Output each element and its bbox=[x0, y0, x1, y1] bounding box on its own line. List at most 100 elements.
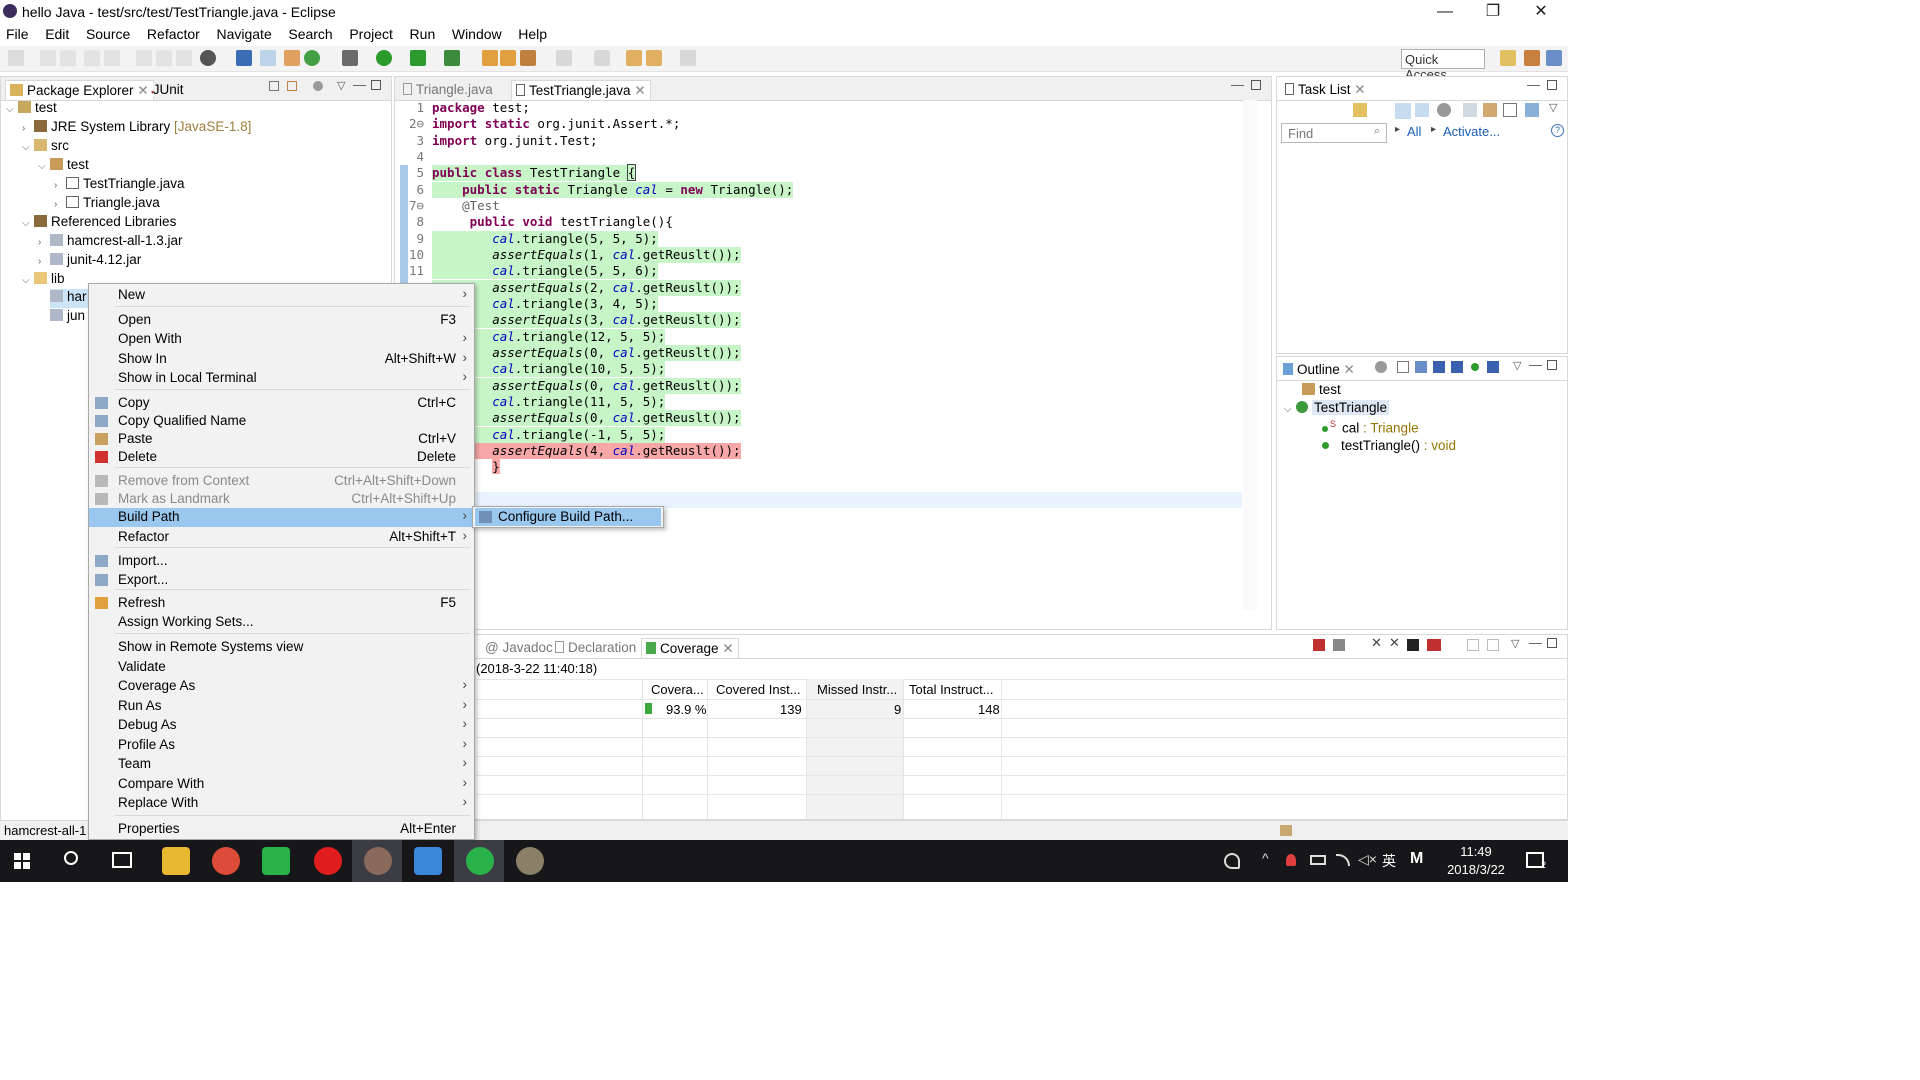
menu-item-debug-as[interactable]: Debug As › bbox=[89, 716, 474, 735]
all-link[interactable]: All bbox=[1407, 124, 1421, 139]
menu-project[interactable]: Project bbox=[349, 24, 393, 42]
chevron-down-icon[interactable]: ⌵ bbox=[38, 161, 50, 172]
relaunch-icon[interactable] bbox=[1313, 639, 1325, 651]
chevron-right-icon[interactable]: › bbox=[22, 123, 34, 134]
categorized-icon[interactable] bbox=[1395, 103, 1411, 119]
column-header[interactable]: Total Instruct... bbox=[909, 682, 994, 697]
tab-triangle-java[interactable]: Triangle.java bbox=[399, 80, 497, 100]
column-header[interactable]: Covera... bbox=[651, 682, 704, 697]
code-line[interactable]: @Test bbox=[432, 198, 500, 214]
volume-icon[interactable]: ◁× bbox=[1358, 851, 1377, 868]
collapse-all-icon[interactable] bbox=[269, 81, 279, 91]
menu-help[interactable]: Help bbox=[518, 24, 547, 42]
tree-project-test[interactable]: ⌵ test bbox=[6, 100, 57, 119]
toolbar-icon[interactable] bbox=[284, 50, 300, 66]
tree-hamcrest-jar[interactable]: › hamcrest-all-1.3.jar bbox=[38, 233, 183, 252]
windows-start-icon[interactable] bbox=[14, 853, 30, 869]
open-type-icon[interactable] bbox=[84, 50, 100, 66]
code-line[interactable]: public class TestTriangle { bbox=[432, 164, 637, 181]
menu-item-assign-working-sets[interactable]: Assign Working Sets... bbox=[89, 613, 474, 632]
tree-src[interactable]: ⌵ src bbox=[22, 138, 69, 157]
outline-item-method[interactable]: testTriangle() : void bbox=[1322, 438, 1456, 457]
menu-item-paste[interactable]: Paste Ctrl+V bbox=[89, 430, 474, 449]
focus-icon[interactable] bbox=[1483, 103, 1497, 117]
help-icon[interactable]: ? bbox=[1551, 124, 1564, 137]
maximize-view-icon[interactable] bbox=[1251, 80, 1261, 90]
tab-junit[interactable]: JuJUnit bbox=[147, 80, 188, 100]
code-line[interactable]: assertEquals(2, cal.getReuslt()); bbox=[432, 280, 741, 296]
menu-window[interactable]: Window bbox=[452, 24, 502, 42]
chevron-down-icon[interactable]: ⌵ bbox=[22, 218, 34, 229]
menu-item-remove-from-context[interactable]: Remove from Context Ctrl+Alt+Shift+Down bbox=[89, 472, 474, 491]
tab-task-list[interactable]: Task List ✕ bbox=[1281, 80, 1370, 100]
menu-item-refresh[interactable]: Refresh F5 bbox=[89, 594, 474, 613]
toolbar-icon[interactable] bbox=[156, 50, 172, 66]
battery-icon[interactable] bbox=[1310, 855, 1326, 865]
media-player-icon[interactable] bbox=[262, 847, 290, 875]
toolbar-icon[interactable] bbox=[260, 50, 276, 66]
menu-run[interactable]: Run bbox=[410, 24, 436, 42]
close-icon[interactable]: ✕ bbox=[1354, 82, 1365, 97]
menu-item-export[interactable]: Export... bbox=[89, 571, 474, 590]
menu-item-open[interactable]: Open F3 bbox=[89, 311, 474, 330]
tree-triangle-java[interactable]: › Triangle.java bbox=[54, 195, 160, 214]
minimize-view-icon[interactable]: — bbox=[1231, 77, 1244, 92]
chevron-down-icon[interactable]: ⌵ bbox=[6, 104, 18, 115]
find-field[interactable]: Find ⌕ bbox=[1281, 123, 1387, 143]
menu-item-copy[interactable]: Copy Ctrl+C bbox=[89, 394, 474, 413]
maximize-view-icon[interactable] bbox=[371, 80, 381, 90]
menu-item-mark-as-landmark[interactable]: Mark as Landmark Ctrl+Alt+Shift+Up bbox=[89, 490, 474, 509]
menu-item-coverage-as[interactable]: Coverage As › bbox=[89, 677, 474, 696]
menu-item-import[interactable]: Import... bbox=[89, 552, 474, 571]
outline-item-field[interactable]: Scal : Triangle bbox=[1322, 419, 1419, 438]
tab-package-explorer[interactable]: Package Explorer ✕ bbox=[5, 80, 154, 100]
remove-session-icon[interactable]: ✕ bbox=[1371, 635, 1382, 651]
menu-item-show-in[interactable]: Show In Alt+Shift+W › bbox=[89, 350, 474, 369]
save-icon[interactable] bbox=[40, 50, 56, 66]
hide-static-icon[interactable] bbox=[1451, 361, 1463, 373]
perspective-icon[interactable] bbox=[1500, 50, 1516, 66]
menu-file[interactable]: File bbox=[6, 24, 29, 42]
code-line[interactable]: public void testTriangle(){ bbox=[432, 214, 673, 230]
menu-edit[interactable]: Edit bbox=[45, 24, 69, 42]
search-icon[interactable]: ⌕ bbox=[1374, 125, 1380, 138]
sync-icon[interactable] bbox=[1525, 103, 1539, 117]
wechat-icon[interactable] bbox=[466, 847, 494, 875]
toolbar-icon[interactable] bbox=[444, 50, 460, 66]
chevron-right-icon[interactable]: › bbox=[38, 237, 50, 248]
toolbar-icon[interactable] bbox=[482, 50, 498, 66]
minimize-button[interactable]: — bbox=[1422, 0, 1468, 24]
close-icon[interactable]: ✕ bbox=[634, 83, 645, 98]
opera-icon[interactable] bbox=[314, 847, 342, 875]
view-menu-icon[interactable]: ▽ bbox=[1511, 637, 1519, 650]
code-line[interactable]: cal.triangle(5, 5, 6); bbox=[432, 263, 658, 279]
tree-jre-library[interactable]: › JRE System Library [JavaSE-1.8] bbox=[22, 119, 251, 138]
tab-coverage[interactable]: Coverage ✕ bbox=[641, 638, 739, 658]
toolbar-icon[interactable] bbox=[136, 50, 152, 66]
wifi-icon[interactable] bbox=[1336, 854, 1350, 866]
link-editor-icon[interactable] bbox=[287, 81, 297, 91]
clock-time[interactable]: 11:49 bbox=[1446, 844, 1506, 859]
minimize-view-icon[interactable]: — bbox=[1529, 635, 1542, 650]
menu-item-properties[interactable]: Properties Alt+Enter bbox=[89, 820, 474, 839]
last-edit-icon[interactable] bbox=[626, 50, 642, 66]
code-line[interactable]: import org.junit.Test; bbox=[432, 133, 598, 149]
view-menu-icon[interactable]: ▽ bbox=[1513, 359, 1521, 372]
code-line[interactable]: assertEquals(0, cal.getReuslt()); bbox=[432, 410, 741, 426]
search-icon[interactable] bbox=[64, 851, 78, 865]
chevron-right-icon[interactable]: › bbox=[38, 256, 50, 267]
activate-link[interactable]: Activate... bbox=[1443, 124, 1500, 139]
collapse-all-icon[interactable] bbox=[1467, 639, 1479, 651]
remove-all-sessions-icon[interactable]: ✕ bbox=[1389, 635, 1400, 651]
chevron-down-icon[interactable]: ⌵ bbox=[22, 275, 34, 286]
minimize-view-icon[interactable]: — bbox=[1527, 77, 1540, 92]
outline-item-package[interactable]: test bbox=[1302, 382, 1341, 401]
close-button[interactable]: ✕ bbox=[1518, 0, 1564, 24]
toolbar-icon[interactable] bbox=[176, 50, 192, 66]
filter-icon[interactable] bbox=[313, 81, 323, 91]
code-line[interactable]: assertEquals(0, cal.getReuslt()); bbox=[432, 378, 741, 394]
new-icon[interactable] bbox=[8, 50, 24, 66]
terminal-icon[interactable] bbox=[236, 50, 252, 66]
outline-item-class[interactable]: ⌵ TestTriangle bbox=[1284, 400, 1390, 419]
prev-annotation-icon[interactable] bbox=[594, 50, 610, 66]
